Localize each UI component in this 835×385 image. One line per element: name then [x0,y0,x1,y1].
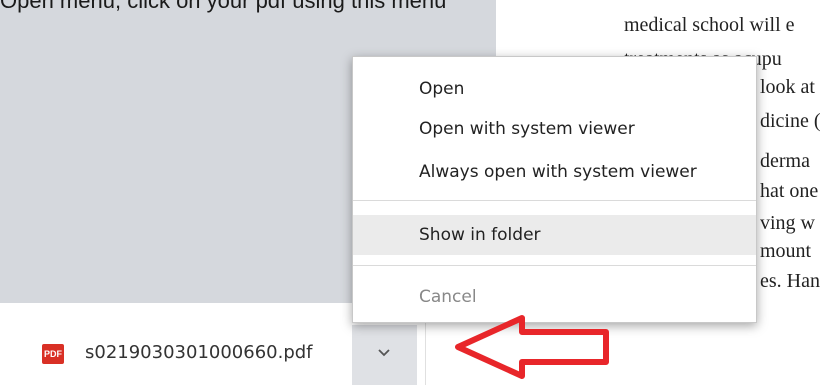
document-line: ving w [760,212,815,234]
download-bar-divider [425,315,426,385]
red-arrow-icon [455,315,609,379]
menu-item-cancel: Cancel [353,277,756,317]
menu-separator [353,200,756,201]
menu-item-open[interactable]: Open [353,69,756,109]
download-menu-button[interactable] [352,325,417,385]
download-context-menu: Open Open with system viewer Always open… [352,56,757,323]
document-line: medical school will e [624,14,795,36]
menu-item-label: Cancel [419,287,477,307]
document-line: look at [760,76,815,98]
menu-separator [353,265,756,266]
menu-item-show-in-folder[interactable]: Show in folder [353,215,756,255]
menu-item-label: Open [419,79,465,99]
menu-item-label: Open with system viewer [419,119,635,139]
download-file-name[interactable]: s0219030301000660.pdf [85,342,313,363]
document-line: es. Han [760,270,820,292]
chevron-down-icon [378,349,390,357]
document-line: derma [760,150,810,172]
page-caption: Open menu, click on your pdf using this … [0,0,447,13]
document-line: dicine ( [760,110,821,132]
document-line: hat one [760,180,819,202]
menu-item-open-with-system-viewer[interactable]: Open with system viewer [353,109,756,149]
pdf-file-icon: PDF [42,344,64,364]
menu-item-always-open-with-system-viewer[interactable]: Always open with system viewer [353,152,756,192]
menu-item-label: Always open with system viewer [419,162,697,182]
document-line: mount [760,240,812,262]
menu-item-label: Show in folder [419,225,541,245]
